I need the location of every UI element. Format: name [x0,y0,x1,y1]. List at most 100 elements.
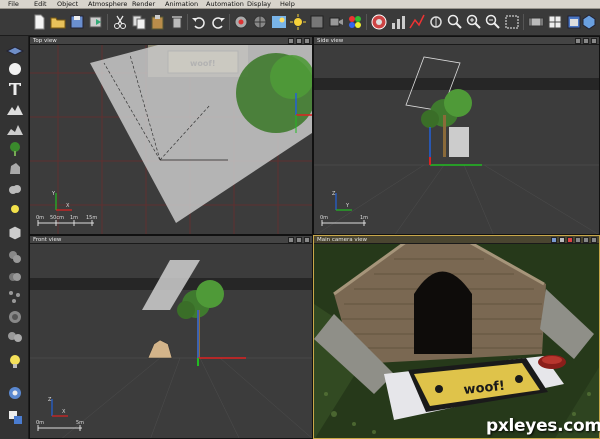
save-icon[interactable] [68,13,86,31]
export-icon[interactable] [87,13,105,31]
axis-gizmo: Z X [48,397,68,417]
sphere-icon[interactable] [6,60,24,78]
menu-animation[interactable]: Animation [165,0,198,9]
open-folder-icon[interactable] [49,13,67,31]
menu-object[interactable]: Object [57,0,78,9]
viewport-close-button[interactable] [304,38,310,44]
zoom-fit-icon[interactable] [503,13,521,31]
viewport-maximize-button[interactable] [296,237,302,243]
scale-label: 15m [86,215,97,221]
camera-pan-button[interactable] [559,237,565,243]
material-icon[interactable] [308,13,326,31]
material-swatch-icon[interactable] [6,408,24,426]
viewport-title: Front view [33,237,62,243]
viewport-maximize-button[interactable] [583,38,589,44]
redo-icon[interactable] [209,13,227,31]
new-document-icon[interactable] [30,13,48,31]
paste-icon[interactable] [149,13,167,31]
render-icon[interactable] [232,13,250,31]
film-icon[interactable] [527,13,545,31]
viewport-title: Main camera view [317,237,368,243]
cloud-icon[interactable] [6,180,24,198]
duplicate-icon[interactable] [6,268,24,286]
front-view-viewport[interactable]: Front view Z X 0m 5m [29,235,313,439]
scale-label: 1m [70,215,78,221]
light-icon[interactable] [6,200,24,218]
zoom-icon[interactable] [446,13,464,31]
node-icon[interactable] [427,13,445,31]
text-icon[interactable] [6,80,24,98]
viewport-title: Top view [33,38,57,44]
render-preview-icon[interactable] [370,13,388,31]
axis-y-label: Y [51,191,56,197]
watermark: pxleyes.com [486,416,600,436]
camera-render-button[interactable] [567,237,573,243]
atmosphere-icon[interactable] [270,13,288,31]
rock-icon[interactable] [6,160,24,178]
viewport-options-button[interactable] [575,38,581,44]
plane-icon[interactable] [6,40,24,58]
axis-gizmo: Y X [51,191,72,211]
zoom-out-icon[interactable] [484,13,502,31]
camera-icon[interactable] [327,13,345,31]
menu-edit[interactable]: Edit [34,0,47,9]
statistics-icon[interactable] [389,13,407,31]
viewport-close-button[interactable] [591,237,597,243]
bulb-icon[interactable] [6,352,24,370]
undo-icon[interactable] [190,13,208,31]
metaball-icon[interactable] [6,328,24,346]
viewport-close-button[interactable] [304,237,310,243]
menu-atmosphere[interactable]: Atmosphere [88,0,127,9]
scale-label: 0m [36,420,44,426]
display-icon[interactable] [580,13,598,31]
menu-help[interactable]: Help [280,0,295,9]
axis-z-label: Z [332,191,336,197]
menu-automation[interactable]: Automation [206,0,244,9]
viewport-options-button[interactable] [288,38,294,44]
viewport-maximize-button[interactable] [583,237,589,243]
scale-label: 0m [320,215,328,221]
zoom-in-icon[interactable] [465,13,483,31]
left-toolbar [0,36,29,439]
plant-icon[interactable] [6,140,24,158]
scale-bar: 0m 50cm 1m 15m [36,215,97,226]
graph-icon[interactable] [408,13,426,31]
viewport-maximize-button[interactable] [296,38,302,44]
main-toolbar [0,9,600,36]
axis-x-label: X [66,203,70,209]
terrain-icon[interactable] [6,100,24,118]
menu-bar: File Edit Object Atmosphere Render Anima… [0,0,600,9]
axis-z-label: Z [48,397,52,403]
cube-icon[interactable] [6,224,24,242]
viewport-options-button[interactable] [575,237,581,243]
menu-display[interactable]: Display [247,0,271,9]
scale-label: 1m [360,215,368,221]
sun-icon[interactable] [289,13,307,31]
menu-file[interactable]: File [8,0,19,9]
boolean-icon[interactable] [6,308,24,326]
color-palette-icon[interactable] [346,13,364,31]
top-view-viewport[interactable]: Top view woof! Y X [29,36,313,235]
scale-label: 0m [36,215,44,221]
viewport-close-button[interactable] [591,38,597,44]
viewport-header: Front view [30,236,312,244]
side-view-viewport[interactable]: Side view Z Y 0m 1m [313,36,600,235]
ecosystem-icon[interactable] [6,384,24,402]
group-icon[interactable] [6,248,24,266]
render-settings-icon[interactable] [251,13,269,31]
delete-icon[interactable] [168,13,186,31]
terrain-alt-icon[interactable] [6,120,24,138]
viewport-header: Top view [30,37,312,45]
camera-view-button[interactable] [551,237,557,243]
axis-x-label: X [62,409,66,415]
layout-icon[interactable] [546,13,564,31]
viewport-options-button[interactable] [288,237,294,243]
viewport-header: Main camera view [314,236,599,244]
scale-label: 50cm [50,215,64,221]
viewport-header: Side view [314,37,599,45]
copy-icon[interactable] [130,13,148,31]
cut-icon[interactable] [111,13,129,31]
scatter-icon[interactable] [6,288,24,306]
main-camera-viewport[interactable]: Main camera view woof! [313,235,600,439]
menu-render[interactable]: Render [132,0,155,9]
